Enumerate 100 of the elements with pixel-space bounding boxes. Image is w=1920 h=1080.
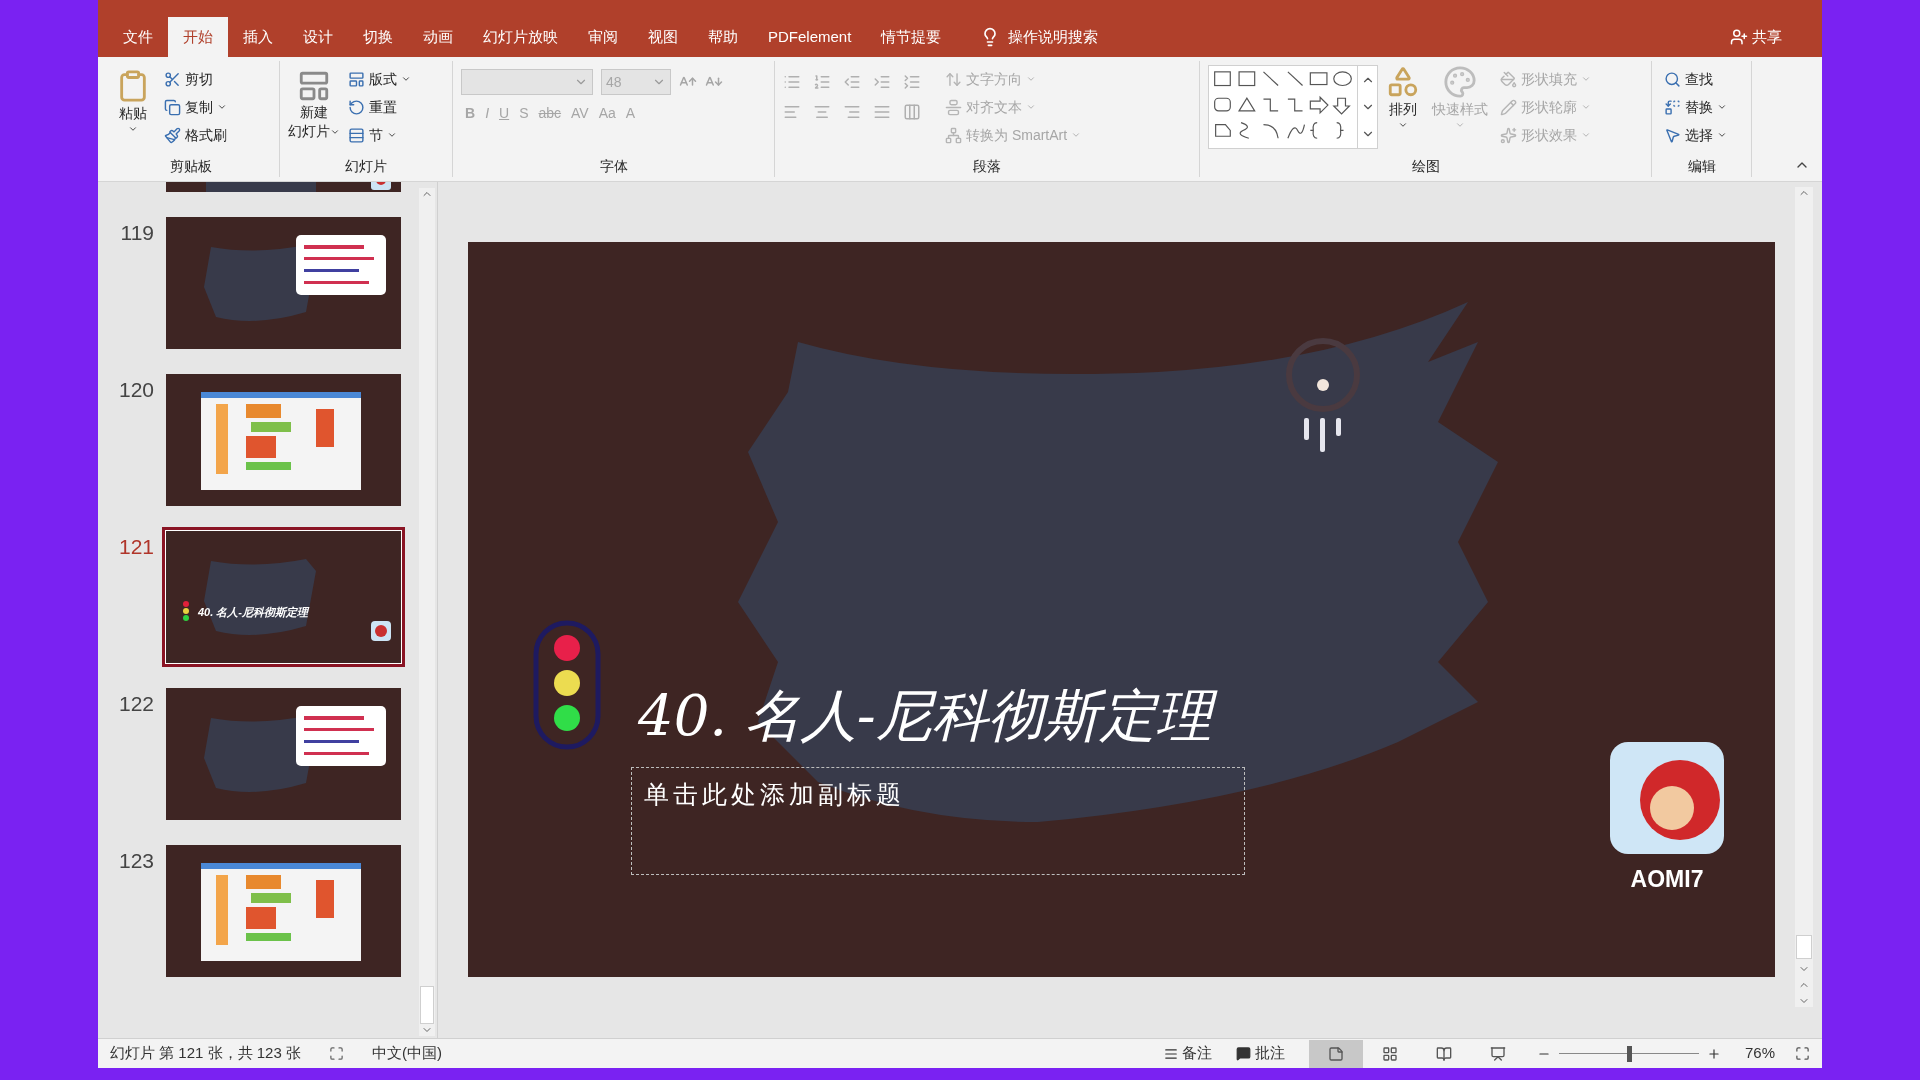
align-right-icon[interactable] — [843, 103, 861, 121]
columns-icon[interactable] — [903, 103, 921, 121]
ribbon-tab[interactable]: 插入 — [228, 17, 288, 57]
numbering-icon[interactable] — [813, 73, 831, 91]
tell-me-search[interactable]: 操作说明搜索 — [1008, 25, 1099, 49]
palette-icon — [1443, 65, 1477, 99]
ribbon-item-button[interactable]: 选择 — [1660, 121, 1731, 149]
justify-icon[interactable] — [873, 103, 891, 121]
indent-increase-icon[interactable] — [873, 73, 891, 91]
group-label: 段落 — [973, 156, 1001, 176]
bullets-icon[interactable] — [783, 73, 801, 91]
ribbon-item-button[interactable]: 重置 — [344, 93, 415, 121]
ribbon-tab[interactable]: 视图 — [633, 17, 693, 57]
scissors-icon — [164, 70, 181, 88]
reading-view-icon — [1435, 1045, 1452, 1062]
ribbon-tab[interactable]: 审阅 — [573, 17, 633, 57]
ribbon-tab[interactable]: 动画 — [408, 17, 468, 57]
ribbon-tab[interactable]: 帮助 — [693, 17, 753, 57]
share-button[interactable]: 共享 — [1730, 17, 1822, 57]
caret-icon — [1455, 120, 1465, 130]
align-center-icon[interactable] — [813, 103, 831, 121]
ribbon-item-button[interactable]: 查找 — [1660, 65, 1731, 93]
user-icon — [1730, 28, 1748, 46]
app-logo-icon — [1610, 742, 1724, 854]
caret-icon — [1717, 130, 1727, 140]
grid-view-icon — [1381, 1045, 1398, 1062]
view-button[interactable] — [1308, 1039, 1363, 1068]
new-slide-icon — [297, 69, 331, 103]
slide-number: 119 — [120, 221, 154, 244]
ribbon-item-button[interactable]: 剪切 — [160, 65, 231, 93]
ribbon-item-button[interactable]: 节 — [344, 121, 415, 149]
layout-icon — [348, 70, 365, 88]
ribbon-tab[interactable]: 文件 — [108, 17, 168, 57]
caret-icon — [1581, 102, 1591, 112]
zoom-in-icon[interactable] — [1706, 1046, 1721, 1061]
fit-to-window-icon[interactable] — [1795, 1046, 1810, 1061]
ribbon-item-button[interactable]: 格式刷 — [160, 121, 231, 149]
ribbon-tab[interactable]: 情节提要 — [866, 17, 957, 57]
normal-view-icon — [1327, 1045, 1344, 1062]
paste-button[interactable]: 粘贴 — [110, 65, 156, 134]
language-indicator[interactable]: 中文(中国) — [371, 1042, 442, 1065]
shape-gallery[interactable] — [1208, 65, 1378, 149]
slide-thumbnail[interactable]: 40. 名人-尼科彻斯定理 — [162, 527, 405, 667]
group-label: 字体 — [599, 156, 628, 176]
group-label: 绘图 — [1411, 156, 1440, 176]
replace-icon — [1664, 98, 1681, 116]
caret-icon — [128, 124, 138, 134]
arrange-icon — [1386, 65, 1420, 99]
comments-button[interactable]: 批注 — [1235, 1042, 1285, 1065]
scroll-thumb[interactable] — [420, 986, 434, 1024]
ribbon-item-button[interactable]: 替换 — [1660, 93, 1731, 121]
align-left-icon[interactable] — [783, 103, 801, 121]
caret-icon — [1026, 102, 1036, 112]
caret-icon — [217, 102, 227, 112]
scroll-thumb[interactable] — [1796, 935, 1812, 959]
ribbon-tab[interactable]: PDFelement — [753, 17, 867, 57]
pointer-icon — [1664, 126, 1681, 144]
paint-bucket-icon — [1500, 70, 1517, 88]
copy-icon — [164, 98, 181, 116]
smartart-icon — [945, 126, 962, 144]
pencil-icon — [1500, 98, 1517, 116]
slide-number: 121 — [118, 535, 154, 558]
notes-button[interactable]: 备注 — [1163, 1042, 1212, 1065]
caret-icon — [1398, 120, 1408, 130]
group-label: 编辑 — [1687, 156, 1716, 176]
slide-counter: 幻灯片 第 121 张，共 123 张 — [110, 1043, 301, 1064]
placeholder-text: 单击此处添加副标题 — [644, 780, 905, 808]
slide-number: 123 — [118, 849, 154, 872]
comment-icon — [1235, 1046, 1251, 1061]
line-spacing-icon[interactable] — [903, 73, 921, 91]
new-slide-button[interactable]: 新建 幻灯片 — [288, 65, 340, 141]
group-label: 剪贴板 — [169, 156, 212, 176]
caret-icon — [1717, 102, 1727, 112]
ribbon-tab[interactable]: 切换 — [348, 17, 408, 57]
ribbon-item-button[interactable]: 复制 — [160, 93, 231, 121]
caret-icon — [1581, 74, 1591, 84]
caret-icon — [387, 130, 397, 140]
slide-title: 40. 名人-尼科彻斯定理 — [638, 680, 1228, 753]
slide-number: 120 — [118, 378, 154, 401]
slideshow-icon — [1489, 1045, 1506, 1062]
subtitle-placeholder[interactable]: 单击此处添加副标题 — [631, 767, 1245, 875]
button-label: 新建 — [300, 103, 328, 122]
ribbon-item-button[interactable]: 版式 — [344, 65, 415, 93]
slide-number: 122 — [118, 692, 154, 715]
thumbnail-title: 40. 名人-尼科彻斯定理 — [198, 605, 308, 620]
section-icon — [348, 126, 365, 144]
zoom-percentage[interactable]: 76% — [1744, 1042, 1775, 1065]
zoom-slider[interactable] — [1558, 1045, 1699, 1062]
slider-thumb[interactable] — [1626, 1045, 1632, 1062]
indent-decrease-icon[interactable] — [843, 73, 861, 91]
paintbrush-icon — [164, 126, 181, 144]
ribbon-tab[interactable]: 开始 — [168, 17, 228, 57]
button-label: 幻灯片 — [288, 122, 340, 141]
reset-icon — [348, 98, 365, 116]
ribbon-tab[interactable]: 设计 — [288, 17, 348, 57]
ribbon-tab[interactable]: 幻灯片放映 — [468, 17, 573, 57]
search-icon — [1664, 70, 1681, 88]
notes-icon — [1163, 1046, 1178, 1061]
caret-icon — [1581, 130, 1591, 140]
arrange-button[interactable]: 排列 — [1382, 65, 1424, 130]
